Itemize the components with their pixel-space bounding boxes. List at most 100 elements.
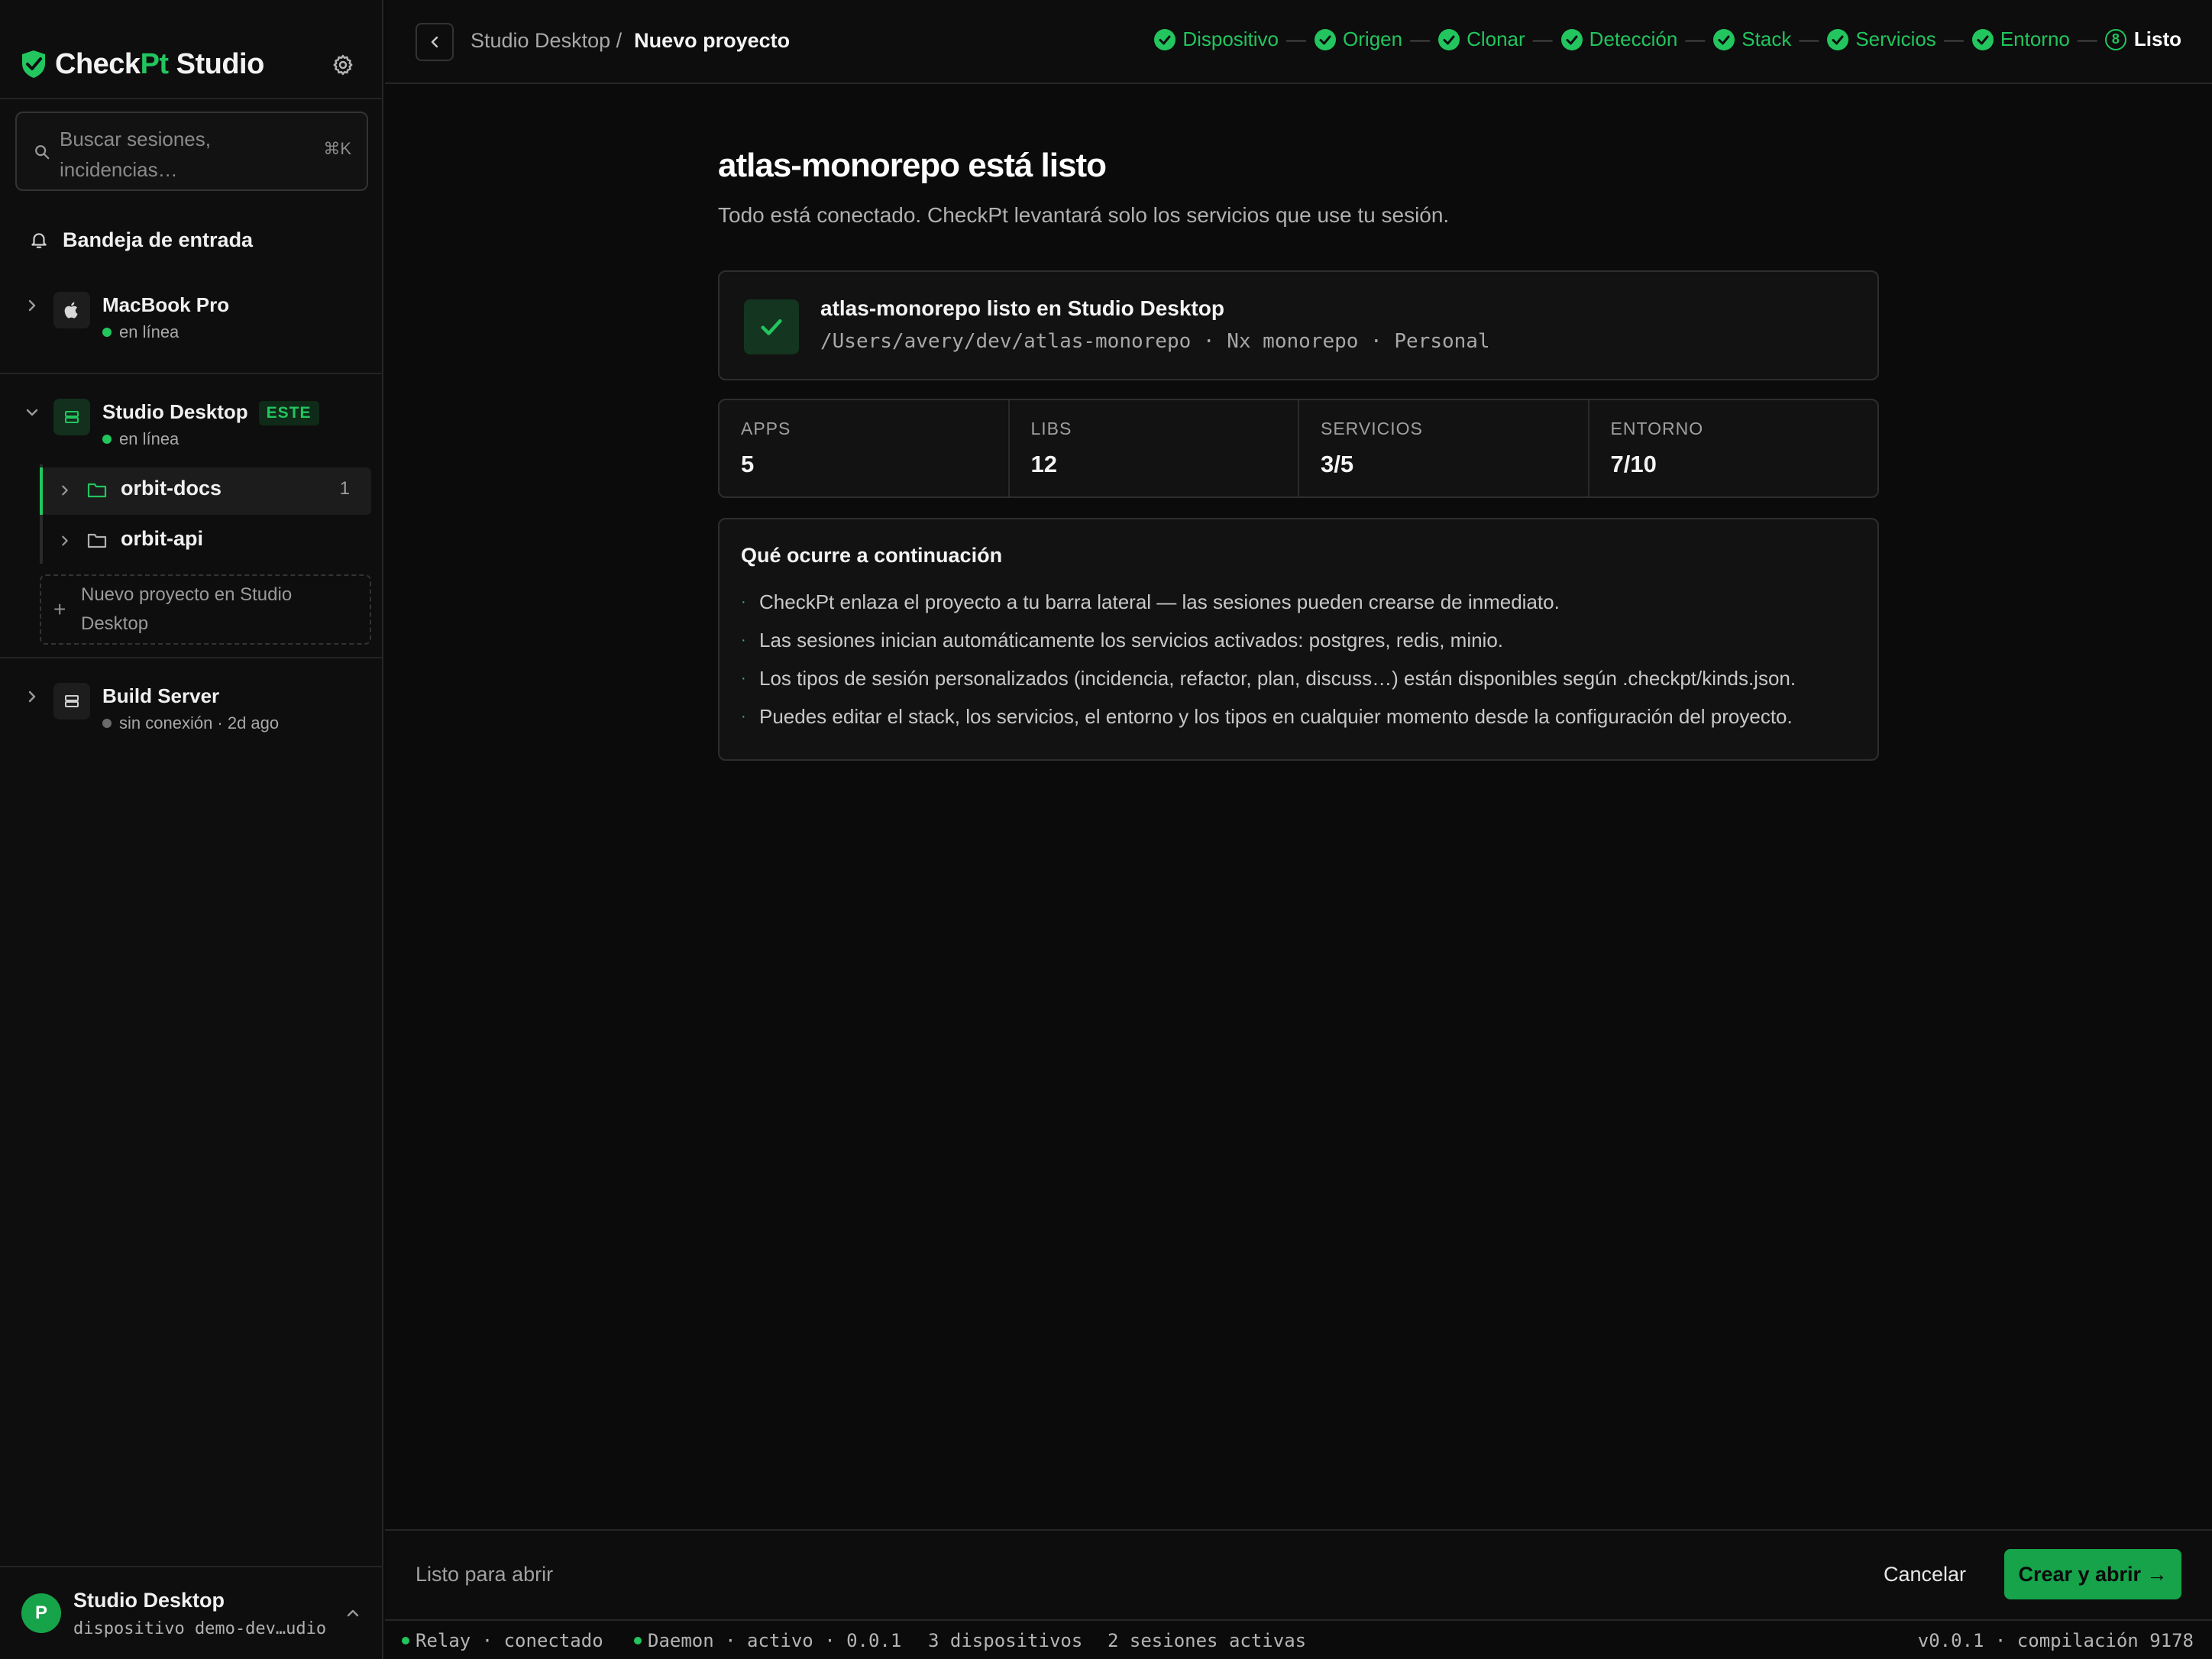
chevron-down-icon[interactable] — [24, 405, 40, 420]
step-stack[interactable]: Stack — [1712, 27, 1791, 51]
top-bar: Studio Desktop / Nuevo proyecto Dispositi… — [385, 0, 2212, 84]
stat-libs: LIBS 12 — [1010, 400, 1299, 496]
step-separator: — — [1799, 27, 1819, 50]
stat-servicios: SERVICIOS 3/5 — [1299, 400, 1589, 496]
wizard-steps: Dispositivo — Origen — Clonar — Detección — … — [1153, 27, 2181, 51]
chevron-right-icon[interactable] — [58, 483, 72, 497]
step-separator: — — [1685, 27, 1706, 50]
status-bar: Relay · conectado Daemon · activo · 0.0.… — [385, 1619, 2212, 1659]
check-circle-icon — [1438, 28, 1460, 50]
stat-value: 5 — [741, 451, 755, 477]
current-device-menu[interactable]: P Studio Desktop dispositivo demo-dev…ud… — [0, 1566, 383, 1659]
divider — [0, 98, 383, 99]
list-item: · Puedes editar el stack, los servicios, … — [741, 701, 1796, 739]
page-title: atlas-monorepo está listo — [718, 147, 1107, 184]
stat-label: SERVICIOS — [1321, 419, 1423, 438]
status-dot — [102, 435, 112, 444]
chevron-right-icon[interactable] — [58, 534, 72, 548]
bullet: · — [741, 670, 746, 687]
back-button[interactable] — [416, 23, 454, 61]
bullet: · — [741, 632, 746, 648]
search-icon — [35, 145, 50, 160]
gear-icon[interactable] — [331, 53, 354, 76]
server-icon — [53, 683, 90, 720]
check-circle-icon — [1560, 28, 1583, 50]
stat-label: APPS — [741, 419, 791, 438]
create-and-open-button[interactable]: Crear y abrir → — [2004, 1549, 2181, 1599]
stat-value: 12 — [1030, 451, 1057, 477]
step-entorno[interactable]: Entorno — [1971, 27, 2070, 51]
next-steps-card: Qué ocurre a continuación · CheckPt enlaz… — [718, 518, 1879, 761]
device-name: MacBook Pro — [102, 293, 230, 316]
device-name: Studio Desktop ESTE — [102, 399, 319, 426]
search-shortcut: ⌘K — [323, 139, 351, 158]
divider — [0, 373, 383, 374]
check-circle-icon — [1971, 28, 1994, 50]
check-circle-icon — [1315, 28, 1337, 50]
breadcrumb-parent[interactable]: Studio Desktop / — [471, 29, 622, 52]
chevron-left-icon — [431, 36, 438, 48]
device-status: sin conexión · 2d ago — [102, 712, 279, 735]
status-dot — [102, 719, 112, 728]
check-circle-icon — [1154, 28, 1176, 50]
project-name: orbit-api — [121, 527, 203, 550]
device-count[interactable]: 3 dispositivos — [928, 1630, 1082, 1651]
plus-icon: + — [53, 597, 66, 621]
project-name: orbit-docs — [121, 477, 222, 500]
step-servicios[interactable]: Servicios — [1826, 27, 1936, 51]
device-name: Build Server — [102, 684, 220, 707]
stat-label: LIBS — [1030, 419, 1072, 438]
this-device-badge: ESTE — [258, 401, 319, 426]
new-project-button[interactable]: + Nuevo proyecto en Studio Desktop — [40, 574, 371, 645]
step-deteccion[interactable]: Detección — [1560, 27, 1677, 51]
action-bar: Listo para abrir Cancelar Crear y abrir … — [385, 1529, 2212, 1619]
status-dot — [402, 1637, 409, 1644]
cancel-button[interactable]: Cancelar — [1884, 1563, 1966, 1586]
status-dot — [102, 328, 112, 337]
page-subtitle: Todo está conectado. CheckPt levantará s… — [718, 203, 1450, 227]
folder-icon — [87, 533, 107, 548]
step-origen[interactable]: Origen — [1314, 27, 1402, 51]
check-icon — [744, 299, 799, 354]
chevron-right-icon[interactable] — [24, 298, 40, 313]
device-status: en línea — [102, 428, 179, 451]
shield-check-icon — [22, 50, 45, 78]
search-input[interactable]: Buscar sesiones, incidencias… ⌘K — [15, 112, 368, 191]
apple-icon — [53, 292, 90, 328]
step-separator: — — [1532, 27, 1553, 50]
bullet: · — [741, 708, 746, 725]
breadcrumb-current: Nuevo proyecto — [634, 29, 791, 52]
relay-status[interactable]: Relay · conectado — [402, 1630, 603, 1651]
sidebar-item-inbox[interactable]: Bandeja de entrada — [29, 225, 253, 255]
chevron-up-icon[interactable] — [345, 1606, 361, 1621]
stat-value: 3/5 — [1321, 451, 1354, 477]
list-item: · Los tipos de sesión personalizados (inc… — [741, 663, 1796, 701]
stat-entorno: ENTORNO 7/10 — [1589, 400, 1878, 496]
project-path: /Users/avery/dev/atlas-monorepo · Nx mon… — [820, 330, 1490, 353]
build-version: v0.0.1 · compilación 9178 — [1917, 1630, 2194, 1651]
step-listo[interactable]: 8 Listo — [2104, 27, 2181, 51]
search-placeholder: Buscar sesiones, incidencias… — [60, 128, 211, 181]
brand-logo[interactable]: CheckPt Studio — [20, 44, 264, 84]
list-item: · CheckPt enlaza el proyecto a tu barra l… — [741, 587, 1796, 625]
status-dot — [634, 1637, 642, 1644]
step-separator: — — [2077, 27, 2097, 50]
project-item-orbit-api[interactable]: orbit-api — [41, 518, 371, 565]
action-status: Listo para abrir — [416, 1563, 554, 1586]
project-ready-card: atlas-monorepo listo en Studio Desktop /… — [718, 270, 1879, 380]
step-clonar[interactable]: Clonar — [1437, 27, 1525, 51]
chevron-right-icon[interactable] — [24, 689, 40, 704]
next-steps-title: Qué ocurre a continuación — [741, 544, 1003, 567]
stat-label: ENTORNO — [1610, 419, 1704, 438]
stat-value: 7/10 — [1610, 451, 1657, 477]
divider — [0, 657, 383, 658]
step-dispositivo[interactable]: Dispositivo — [1153, 27, 1279, 51]
project-item-orbit-docs[interactable]: orbit-docs 1 — [40, 467, 371, 515]
stat-apps: APPS 5 — [720, 400, 1010, 496]
project-stats: APPS 5 LIBS 12 SERVICIOS 3/5 ENTORNO 7/10 — [718, 399, 1879, 498]
server-icon — [53, 399, 90, 435]
active-sessions[interactable]: 2 sesiones activas — [1108, 1630, 1306, 1651]
daemon-status[interactable]: Daemon · activo · 0.0.1 — [634, 1630, 901, 1651]
step-number: 8 — [2104, 28, 2126, 50]
folder-icon — [87, 483, 107, 498]
